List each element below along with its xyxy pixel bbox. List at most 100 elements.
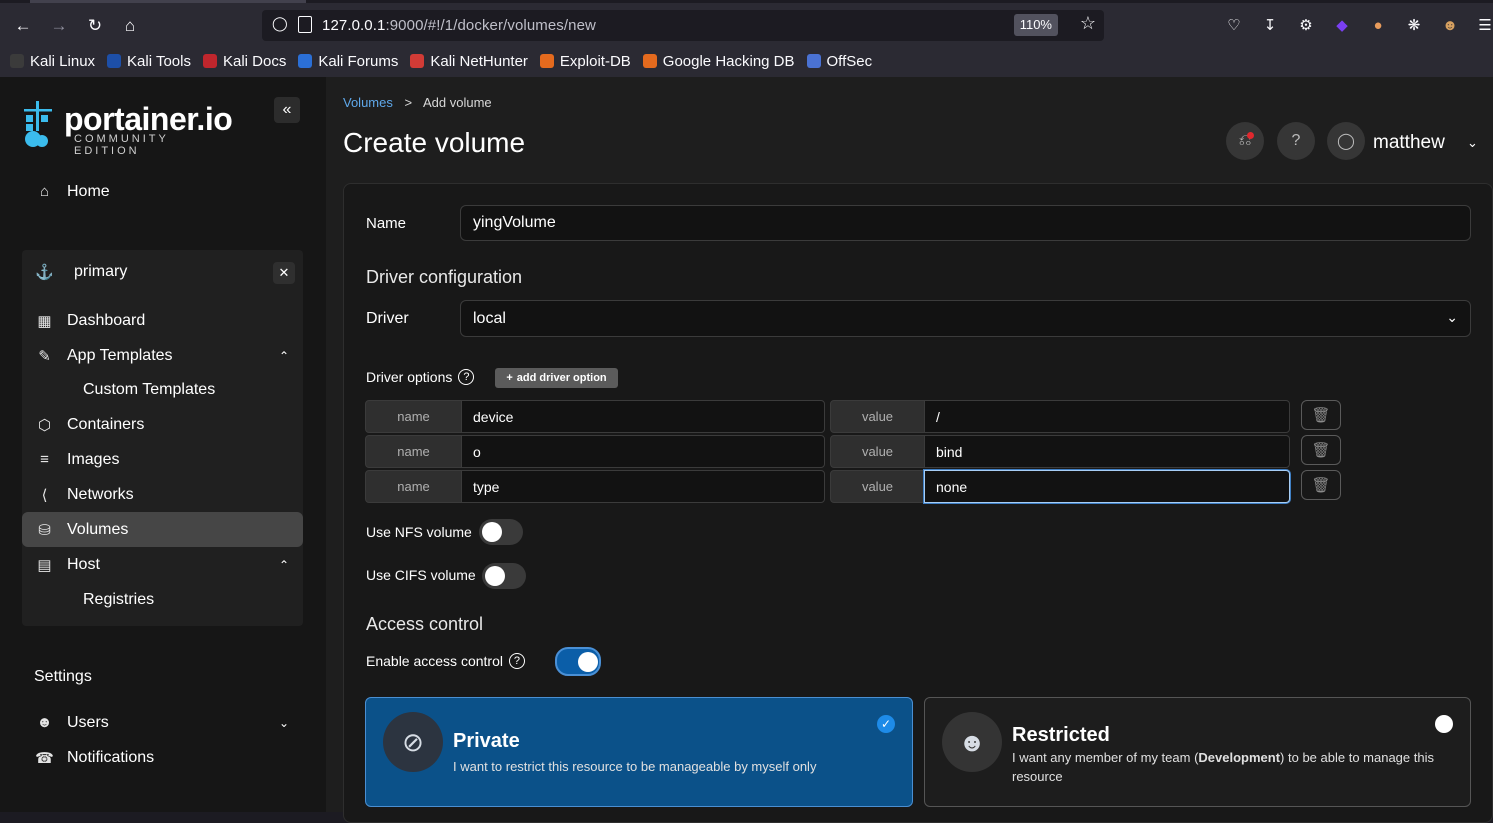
extension-purple-icon[interactable]: ◆ — [1331, 14, 1353, 36]
sidebar-item-custom-templates[interactable]: Custom Templates — [22, 372, 303, 407]
chevron-down-icon: ⌄ — [1446, 309, 1458, 325]
active-tab[interactable] — [30, 0, 306, 3]
option-value-input[interactable]: bind — [924, 435, 1290, 468]
bookmark-kali-linux[interactable]: Kali Linux — [10, 53, 95, 70]
remove-option-button[interactable]: 🗑 — [1301, 435, 1341, 465]
exploit-db-icon — [539, 54, 554, 68]
option-value-input[interactable]: none — [924, 470, 1290, 503]
help-icon[interactable]: ? — [508, 653, 525, 669]
option-name-addon: name — [365, 435, 462, 468]
pocket-icon[interactable]: ♡ — [1223, 14, 1245, 36]
trash-icon: 🗑 — [1311, 477, 1331, 494]
users-icon: ☻ — [36, 714, 53, 731]
sidebar-item-app-templates[interactable]: ✎ App Templates ⌃ — [22, 338, 303, 373]
breadcrumb-current: Add volume — [423, 95, 492, 110]
driver-select[interactable]: local ⌄ — [460, 300, 1471, 337]
remove-option-button[interactable]: 🗑 — [1301, 470, 1341, 500]
collapse-sidebar-button[interactable]: « — [274, 97, 300, 123]
back-icon[interactable]: ← — [9, 12, 37, 40]
sidebar-item-notifications[interactable]: ☎ Notifications — [22, 740, 303, 775]
option-value-input[interactable]: / — [924, 400, 1290, 433]
forward-icon[interactable]: → — [45, 12, 73, 40]
bookmark-star-icon[interactable]: ☆ — [1080, 13, 1096, 34]
help-icon[interactable]: ? — [458, 369, 475, 385]
sidebar-item-images[interactable]: ≡ Images — [22, 442, 303, 477]
unselected-radio[interactable] — [1435, 715, 1453, 733]
settings-heading-label: Settings — [34, 667, 92, 685]
user-icon: ◯ — [1337, 133, 1355, 150]
reload-icon[interactable]: ↻ — [81, 12, 109, 40]
browser-toolbar: ← → ↻ ⌂ ◯ 127.0.0.1:9000/#!/1/docker/vol… — [0, 0, 1493, 77]
portainer-logo[interactable]: portainer.io COMMUNITY EDITION — [20, 99, 240, 157]
add-driver-option-button[interactable]: + add driver option — [495, 368, 618, 388]
sidebar-item-label: Networks — [67, 485, 134, 503]
option-name-input[interactable]: type — [461, 470, 825, 503]
chevron-down-icon[interactable]: ⌄ — [279, 716, 289, 730]
name-label: Name — [366, 215, 407, 232]
page-info-icon[interactable] — [298, 16, 312, 33]
help-button[interactable]: ? — [1277, 122, 1315, 160]
database-icon: ⛁ — [38, 521, 51, 539]
private-option-card[interactable]: ⊘ Private I want to restrict this resour… — [365, 697, 913, 807]
access-control-toggle[interactable] — [555, 647, 601, 676]
sidebar-item-networks[interactable]: ⟨ Networks — [22, 477, 303, 512]
chevron-up-icon[interactable]: ⌃ — [279, 558, 289, 572]
selected-check-icon[interactable]: ✓ — [877, 715, 895, 733]
remove-option-button[interactable]: 🗑 — [1301, 400, 1341, 430]
option-name-input[interactable]: o — [461, 435, 825, 468]
sidebar-item-label: Registries — [83, 590, 155, 608]
toggle-knob — [482, 522, 502, 542]
bookmark-kali-docs[interactable]: Kali Docs — [202, 53, 286, 70]
option-value-addon: value — [830, 470, 925, 503]
bookmark-exploit-db[interactable]: Exploit-DB — [539, 53, 631, 70]
extension-orange-icon[interactable]: ● — [1367, 14, 1389, 36]
help-icon: ? — [1291, 132, 1301, 149]
url-bar[interactable]: ◯ 127.0.0.1:9000/#!/1/docker/volumes/new… — [262, 10, 1104, 41]
bookmark-kali-nethunter[interactable]: Kali NetHunter — [410, 53, 528, 70]
close-environment-button[interactable]: ✕ — [273, 262, 295, 284]
sidebar-item-registries[interactable]: Registries — [22, 582, 303, 617]
extensions-icon[interactable]: ⚙ — [1295, 14, 1317, 36]
box-icon: ⬡ — [37, 416, 52, 434]
cookie-icon[interactable]: ❋ — [1403, 14, 1425, 36]
username[interactable]: matthew — [1373, 132, 1445, 154]
restricted-option-card[interactable]: ☻ Restricted I want any member of my tea… — [924, 697, 1471, 807]
zoom-level[interactable]: 110% — [1013, 14, 1058, 36]
bookmark-kali-forums[interactable]: Kali Forums — [298, 53, 398, 70]
kali-tools-icon — [107, 54, 122, 68]
nfs-toggle[interactable] — [479, 519, 523, 545]
sidebar-item-dashboard[interactable]: ▦ Dashboard — [22, 303, 303, 338]
bookmarks-bar: Kali Linux Kali Tools Kali Docs Kali For… — [0, 49, 874, 73]
option-name-input[interactable]: device — [461, 400, 825, 433]
chevron-down-icon[interactable]: ⌄ — [1467, 135, 1478, 151]
home-icon[interactable]: ⌂ — [116, 12, 144, 40]
breadcrumb-volumes-link[interactable]: Volumes — [343, 95, 393, 110]
url-text[interactable]: 127.0.0.1:9000/#!/1/docker/volumes/new — [322, 17, 596, 34]
bell-icon: ☎ — [35, 749, 54, 767]
tracking-shield-icon[interactable]: ◯ — [272, 15, 288, 32]
extension-avatar-icon[interactable]: ☻ — [1439, 14, 1461, 36]
driver-label: Driver — [366, 310, 409, 327]
menu-icon[interactable]: ☰ — [1474, 14, 1493, 36]
sidebar: portainer.io COMMUNITY EDITION « ⌂ Home ⚓… — [0, 77, 326, 812]
cifs-toggle[interactable] — [482, 563, 526, 589]
bookmark-kali-tools[interactable]: Kali Tools — [107, 53, 191, 70]
sidebar-item-label: Custom Templates — [83, 380, 216, 398]
notifications-button[interactable]: ⎌ — [1226, 122, 1264, 160]
restricted-description: I want any member of my team (Developmen… — [1012, 748, 1452, 786]
sidebar-item-host[interactable]: ▤ Host ⌃ — [22, 547, 303, 582]
sidebar-item-users[interactable]: ☻ Users ⌄ — [22, 705, 303, 740]
bookmark-google-hacking-db[interactable]: Google Hacking DB — [642, 53, 795, 70]
chevron-up-icon[interactable]: ⌃ — [279, 349, 289, 363]
sidebar-item-home[interactable]: ⌂ Home — [22, 174, 303, 209]
sidebar-item-label: Notifications — [67, 748, 155, 766]
downloads-icon[interactable]: ↧ — [1259, 14, 1281, 36]
name-input[interactable]: yingVolume — [460, 205, 1471, 241]
sidebar-item-containers[interactable]: ⬡ Containers — [22, 407, 303, 442]
sidebar-item-volumes[interactable]: ⛁ Volumes — [22, 512, 303, 547]
notification-dot — [1247, 132, 1254, 139]
user-avatar[interactable]: ◯ — [1327, 122, 1365, 160]
google-hacking-db-icon — [642, 54, 657, 68]
bookmark-offsec[interactable]: OffSec — [806, 53, 872, 70]
nfs-label: Use NFS volume — [366, 524, 472, 540]
